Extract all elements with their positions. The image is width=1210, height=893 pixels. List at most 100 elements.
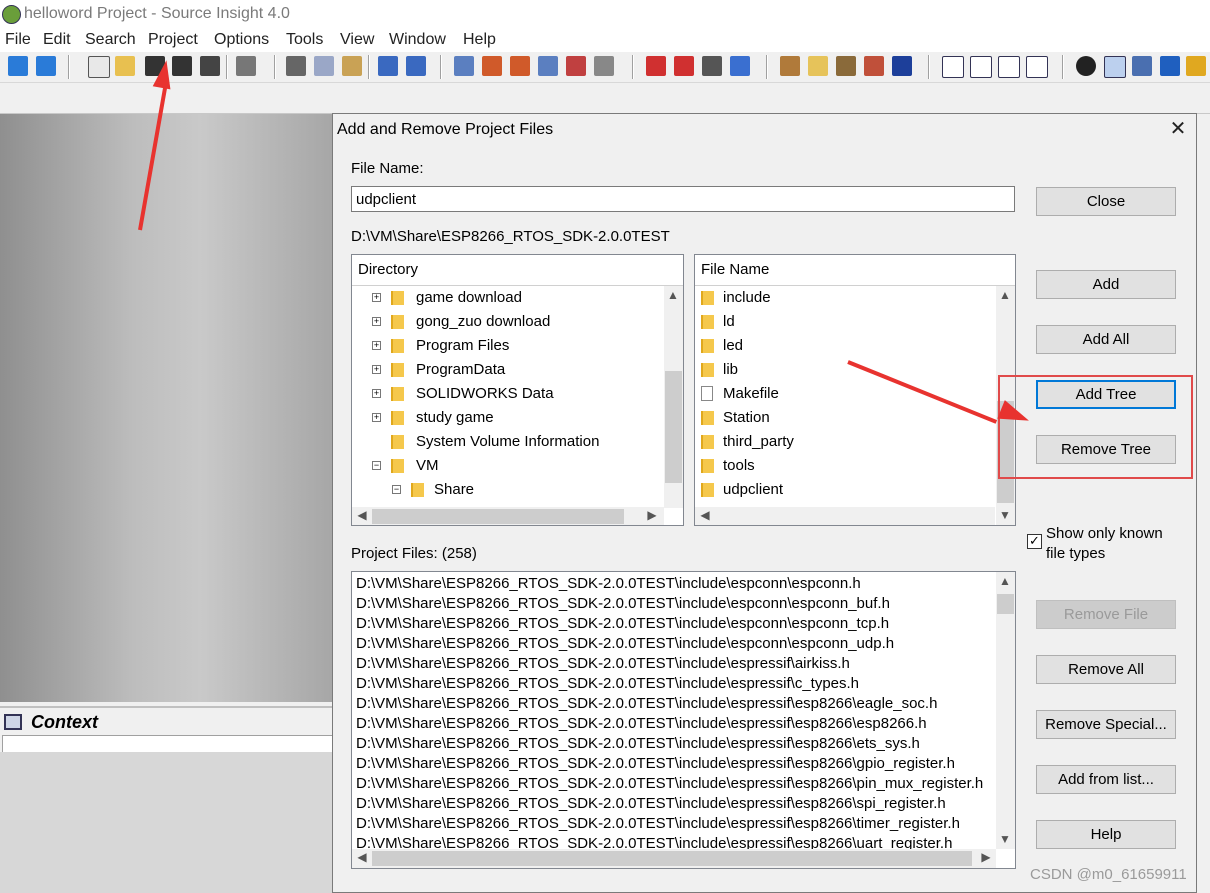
add-all-button[interactable]: Add All bbox=[1036, 325, 1176, 354]
project-file-row[interactable]: D:\VM\Share\ESP8266_RTOS_SDK-2.0.0TEST\i… bbox=[356, 774, 983, 794]
folder-icon bbox=[701, 291, 714, 305]
file-list-hscroll[interactable]: ◀ bbox=[695, 507, 995, 525]
file-name-header: File Name bbox=[695, 255, 1015, 286]
menu-tools[interactable]: Tools bbox=[286, 31, 323, 49]
expand-icon[interactable]: + bbox=[372, 317, 381, 326]
open-folder-icon[interactable] bbox=[115, 56, 135, 76]
p-icon[interactable] bbox=[1076, 56, 1096, 76]
folder-icon bbox=[391, 291, 404, 305]
menu-edit[interactable]: Edit bbox=[43, 31, 71, 49]
menu-file[interactable]: File bbox=[5, 31, 31, 49]
project-file-row[interactable]: D:\VM\Share\ESP8266_RTOS_SDK-2.0.0TEST\i… bbox=[356, 734, 920, 754]
layout-2-icon[interactable] bbox=[970, 56, 992, 78]
reference-icon[interactable] bbox=[836, 56, 856, 76]
remove-all-button[interactable]: Remove All bbox=[1036, 655, 1176, 684]
collapse-icon[interactable]: − bbox=[392, 485, 401, 494]
watermark: CSDN @m0_61659911 bbox=[1030, 866, 1187, 883]
lookup-icon[interactable] bbox=[808, 56, 828, 76]
project-file-row[interactable]: D:\VM\Share\ESP8266_RTOS_SDK-2.0.0TEST\i… bbox=[356, 614, 889, 634]
collapse-icon[interactable]: − bbox=[372, 461, 381, 470]
expand-icon[interactable]: + bbox=[372, 413, 381, 422]
toolbar-strip bbox=[0, 83, 1210, 114]
project-files-list[interactable]: D:\VM\Share\ESP8266_RTOS_SDK-2.0.0TEST\i… bbox=[351, 571, 1016, 869]
scroll-thumb[interactable] bbox=[372, 851, 972, 866]
search-files-icon[interactable] bbox=[538, 56, 558, 76]
paste-icon[interactable] bbox=[342, 56, 362, 76]
context-panel-title: Context bbox=[31, 712, 98, 732]
scroll-thumb[interactable] bbox=[997, 594, 1014, 614]
menu-options[interactable]: Options bbox=[214, 31, 269, 49]
save-all-icon[interactable] bbox=[200, 56, 220, 76]
remove-file-button[interactable]: Remove File bbox=[1036, 600, 1176, 629]
symbol-list-icon[interactable] bbox=[702, 56, 722, 76]
project-file-row[interactable]: D:\VM\Share\ESP8266_RTOS_SDK-2.0.0TEST\i… bbox=[356, 814, 960, 834]
project-file-row[interactable]: D:\VM\Share\ESP8266_RTOS_SDK-2.0.0TEST\i… bbox=[356, 654, 850, 674]
menu-project[interactable]: Project bbox=[148, 31, 198, 49]
expand-icon[interactable]: + bbox=[372, 341, 381, 350]
project-files-label: Project Files: (258) bbox=[351, 545, 477, 562]
print-icon[interactable] bbox=[236, 56, 256, 76]
add-button[interactable]: Add bbox=[1036, 270, 1176, 299]
expand-icon[interactable]: + bbox=[372, 365, 381, 374]
annotation-highlight-box bbox=[998, 375, 1193, 479]
show-known-checkbox[interactable]: ✓ bbox=[1027, 534, 1042, 549]
folder-icon bbox=[391, 315, 404, 329]
menu-window[interactable]: Window bbox=[389, 31, 446, 49]
undo-icon[interactable] bbox=[378, 56, 398, 76]
find-next-icon[interactable] bbox=[510, 56, 530, 76]
find-icon[interactable] bbox=[454, 56, 474, 76]
project-file-row[interactable]: D:\VM\Share\ESP8266_RTOS_SDK-2.0.0TEST\i… bbox=[356, 714, 927, 734]
scroll-thumb[interactable] bbox=[665, 371, 682, 483]
directory-hscroll[interactable]: ◀ ▶ bbox=[352, 507, 664, 525]
project-file-row[interactable]: D:\VM\Share\ESP8266_RTOS_SDK-2.0.0TEST\i… bbox=[356, 674, 859, 694]
layout-4-icon[interactable] bbox=[1026, 56, 1048, 78]
project-file-row[interactable]: D:\VM\Share\ESP8266_RTOS_SDK-2.0.0TEST\i… bbox=[356, 794, 946, 814]
bookmark-icon[interactable] bbox=[730, 56, 750, 76]
redo-icon[interactable] bbox=[406, 56, 426, 76]
close-icon[interactable]: ✕ bbox=[1167, 118, 1189, 140]
remove-special-button[interactable]: Remove Special... bbox=[1036, 710, 1176, 739]
directory-list[interactable]: Directory + game download + gong_zuo downl… bbox=[351, 254, 684, 526]
folder-icon bbox=[701, 411, 714, 425]
find-prev-icon[interactable] bbox=[482, 56, 502, 76]
forward-icon[interactable] bbox=[36, 56, 56, 76]
layout-1-icon[interactable] bbox=[942, 56, 964, 78]
copy-icon[interactable] bbox=[314, 56, 334, 76]
menu-view[interactable]: View bbox=[340, 31, 374, 49]
back-icon[interactable] bbox=[8, 56, 28, 76]
call-graph-icon[interactable] bbox=[864, 56, 884, 76]
browser-icon[interactable] bbox=[1186, 56, 1206, 76]
project-files-hscroll[interactable]: ◀ ▶ bbox=[352, 849, 996, 868]
menu-search[interactable]: Search bbox=[85, 31, 136, 49]
file-name-list[interactable]: File Name include ld led lib Makefile St… bbox=[694, 254, 1016, 526]
layout-3-icon[interactable] bbox=[998, 56, 1020, 78]
scroll-thumb[interactable] bbox=[372, 509, 624, 524]
relation-icon[interactable] bbox=[892, 56, 912, 76]
s-icon[interactable] bbox=[1160, 56, 1180, 76]
expand-icon[interactable]: + bbox=[372, 293, 381, 302]
close-button[interactable]: Close bbox=[1036, 187, 1176, 216]
browse-icon[interactable] bbox=[594, 56, 614, 76]
file-name-input[interactable] bbox=[351, 186, 1015, 212]
expand-icon[interactable]: + bbox=[372, 389, 381, 398]
save-as-icon[interactable] bbox=[172, 56, 192, 76]
project-file-row[interactable]: D:\VM\Share\ESP8266_RTOS_SDK-2.0.0TEST\i… bbox=[356, 594, 890, 614]
directory-vscroll[interactable]: ▲ bbox=[664, 286, 683, 508]
replace-icon[interactable] bbox=[566, 56, 586, 76]
add-from-list-button[interactable]: Add from list... bbox=[1036, 765, 1176, 794]
project-files-vscroll[interactable]: ▲ ▼ bbox=[996, 572, 1015, 849]
project-file-row[interactable]: D:\VM\Share\ESP8266_RTOS_SDK-2.0.0TEST\i… bbox=[356, 574, 861, 594]
menu-help[interactable]: Help bbox=[463, 31, 496, 49]
project-icon[interactable] bbox=[780, 56, 800, 76]
project-file-row[interactable]: D:\VM\Share\ESP8266_RTOS_SDK-2.0.0TEST\i… bbox=[356, 634, 894, 654]
jump-forward-icon[interactable] bbox=[674, 56, 694, 76]
help-button[interactable]: Help bbox=[1036, 820, 1176, 849]
project-file-row[interactable]: D:\VM\Share\ESP8266_RTOS_SDK-2.0.0TEST\i… bbox=[356, 754, 955, 774]
jump-back-icon[interactable] bbox=[646, 56, 666, 76]
symbol-window-icon[interactable] bbox=[1132, 56, 1152, 76]
add-remove-project-files-dialog: Add and Remove Project Files ✕ File Name… bbox=[332, 113, 1197, 893]
new-file-icon[interactable] bbox=[88, 56, 110, 78]
cut-icon[interactable] bbox=[286, 56, 306, 76]
project-file-row[interactable]: D:\VM\Share\ESP8266_RTOS_SDK-2.0.0TEST\i… bbox=[356, 694, 937, 714]
context-window-icon[interactable] bbox=[1104, 56, 1126, 78]
